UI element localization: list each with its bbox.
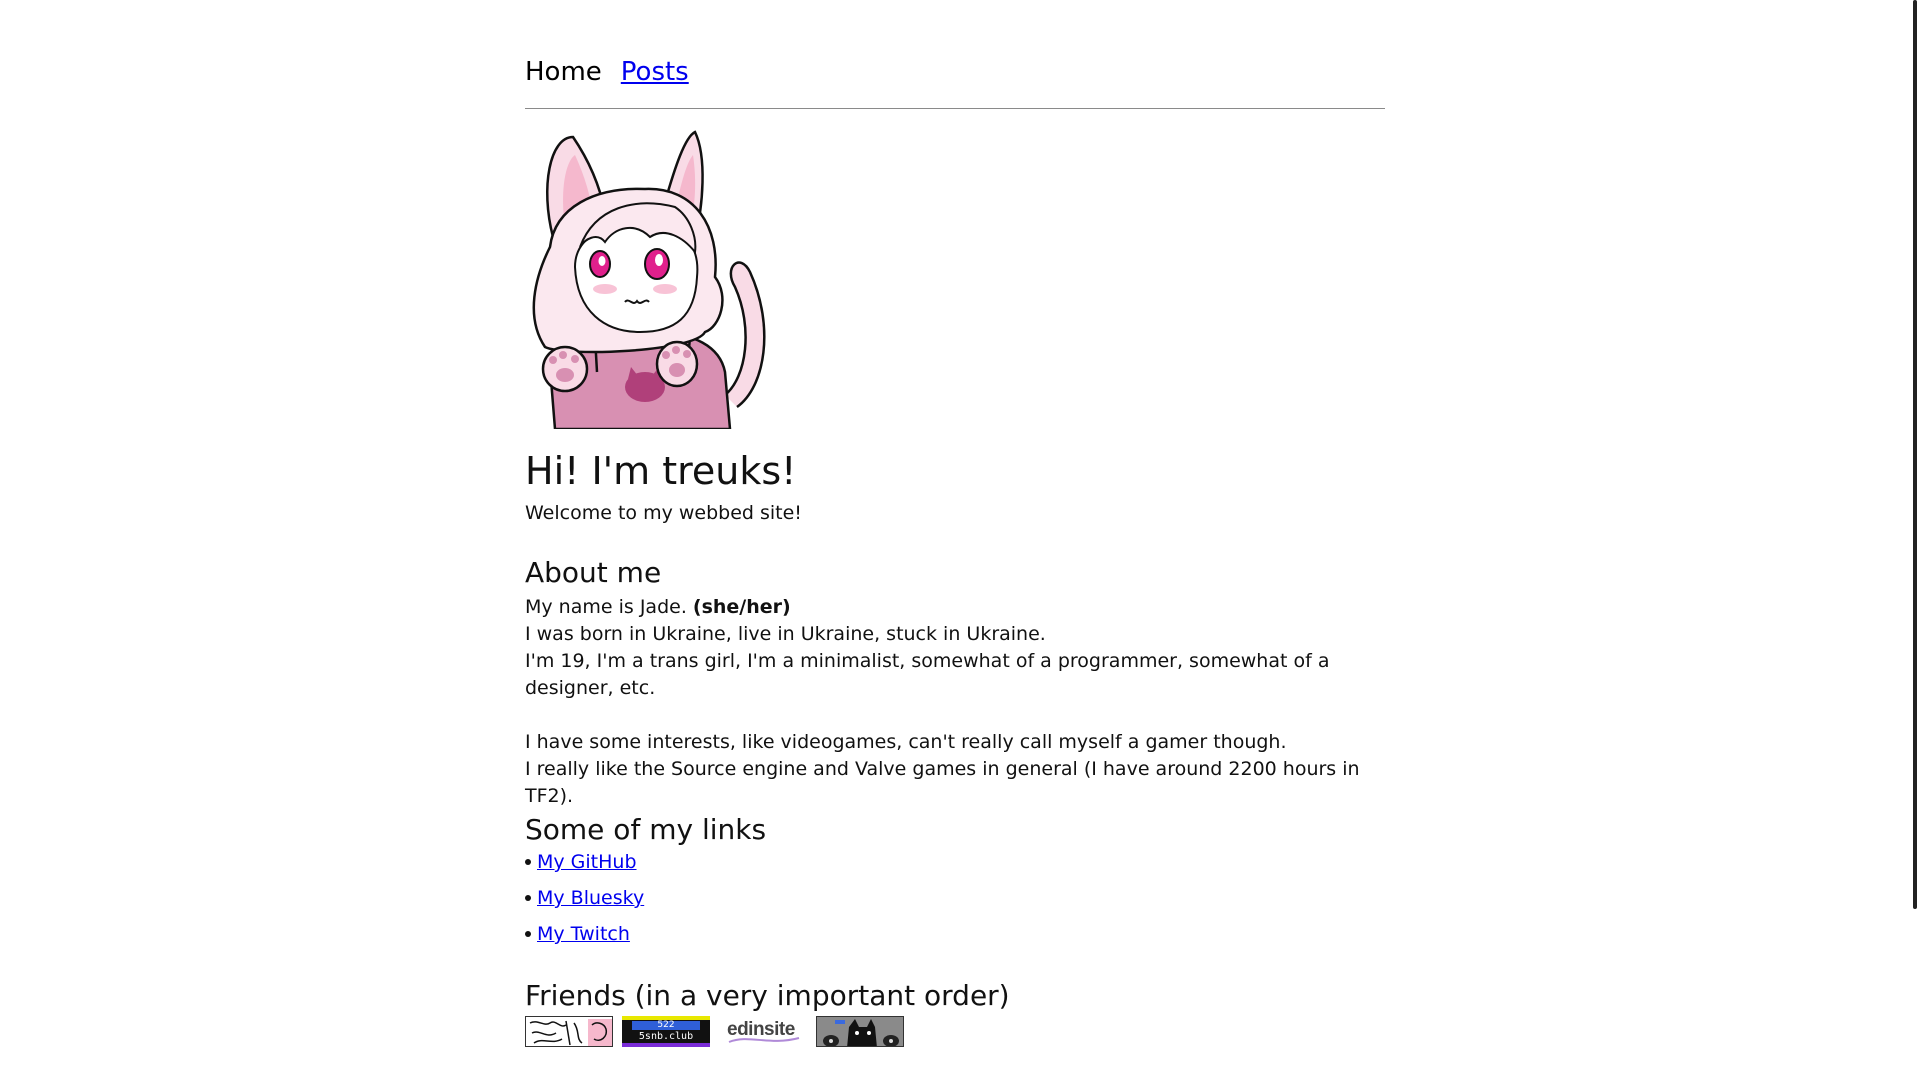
links-heading: Some of my links: [525, 813, 767, 846]
about-name-line: My name is Jade. (she/her): [525, 596, 791, 618]
cat-girl-avatar-icon: [532, 130, 766, 429]
friends-heading: Friends (in a very important order): [525, 979, 1010, 1012]
nav-home[interactable]: Home: [525, 55, 602, 89]
list-item: My Twitch: [524, 921, 644, 947]
about-valve-line: I really like the Source engine and Valv…: [525, 758, 1360, 807]
top-nav: Home Posts: [525, 55, 689, 89]
about-location-line: I was born in Ukraine, live in Ukraine, …: [525, 623, 1046, 645]
friend-button-edinsite-icon[interactable]: edinsite: [719, 1016, 807, 1047]
nav-posts-link[interactable]: Posts: [621, 55, 689, 89]
friend-buttons: 522 5snb.club edinsite: [525, 1016, 904, 1047]
page-scrollbar[interactable]: [1908, 0, 1920, 1080]
nav-divider: [525, 108, 1385, 109]
about-interests-line: I have some interests, like videogames, …: [525, 731, 1287, 753]
friend-button-cat-icon[interactable]: [816, 1016, 904, 1047]
list-item: My GitHub: [524, 849, 644, 875]
scrollbar-thumb[interactable]: [1913, 0, 1917, 909]
friend-button-5snb-icon[interactable]: 522 5snb.club: [622, 1016, 710, 1047]
about-text: My name is Jade. (she/her) I was born in…: [525, 594, 1365, 810]
twitch-link[interactable]: My Twitch: [537, 923, 630, 945]
about-heading: About me: [525, 556, 662, 589]
github-link[interactable]: My GitHub: [537, 851, 637, 873]
friend-button-sketch-icon[interactable]: [525, 1016, 613, 1047]
links-list: My GitHub My Bluesky My Twitch: [524, 849, 644, 957]
about-identity-line: I'm 19, I'm a trans girl, I'm a minimali…: [525, 650, 1330, 699]
welcome-text: Welcome to my webbed site!: [525, 502, 802, 524]
list-item: My Bluesky: [524, 885, 644, 911]
pronouns: (she/her): [692, 596, 791, 618]
bluesky-link[interactable]: My Bluesky: [537, 887, 644, 909]
page-title: Hi! I'm treuks!: [525, 449, 797, 493]
